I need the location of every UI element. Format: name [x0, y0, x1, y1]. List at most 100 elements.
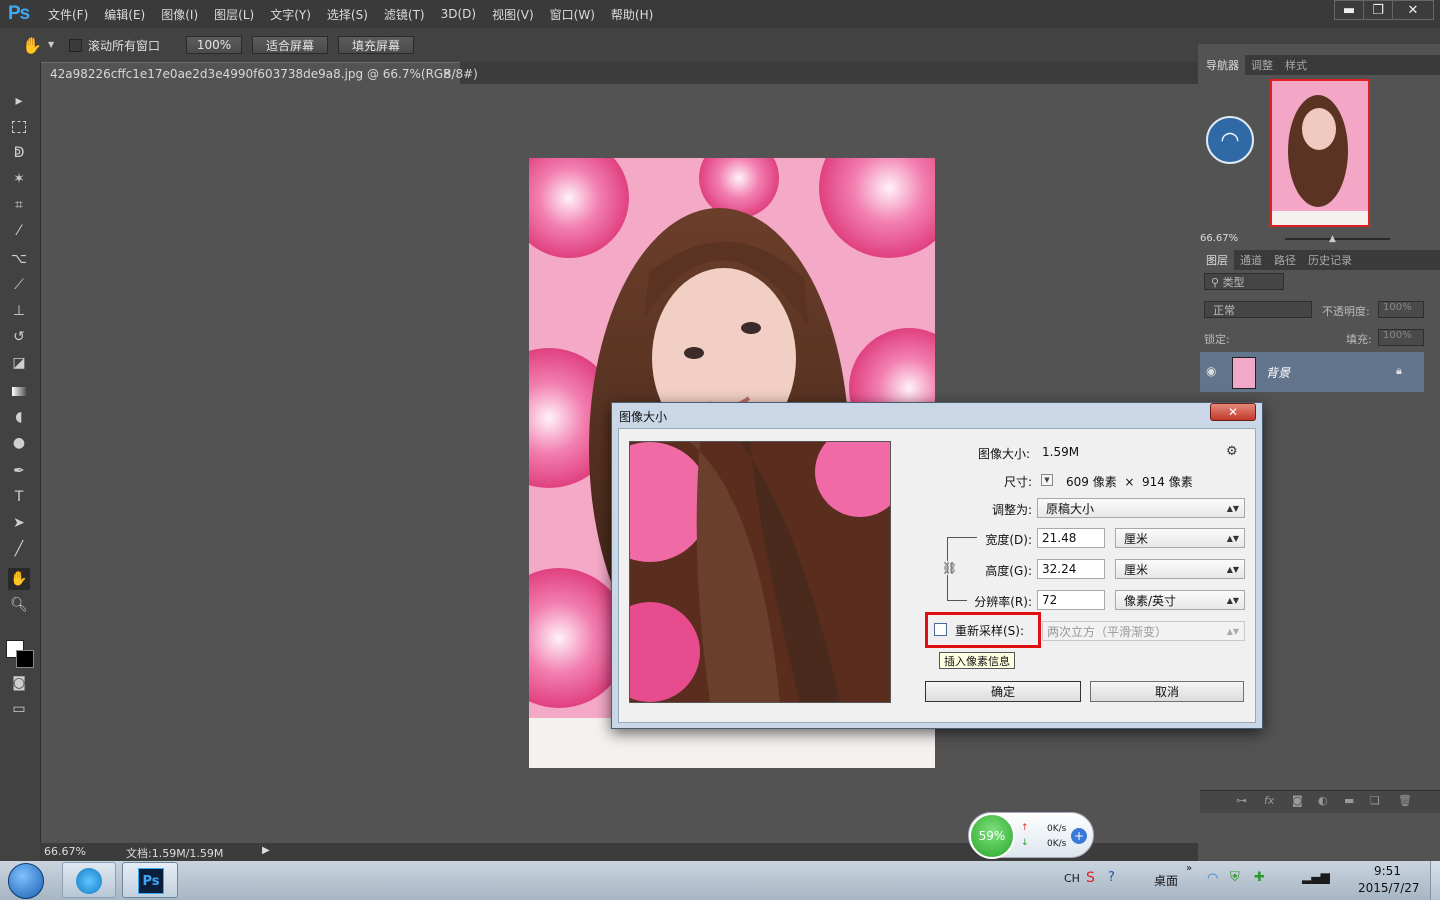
navigator-zoom-slider[interactable]: [1285, 238, 1390, 240]
zoom-slider-handle[interactable]: ▲: [1329, 234, 1336, 244]
tab-history[interactable]: 历史记录: [1302, 250, 1358, 270]
layer-visibility-eye-icon[interactable]: ◉: [1206, 364, 1216, 378]
move-tool-icon[interactable]: ▸: [8, 90, 30, 112]
background-color-swatch[interactable]: [16, 650, 34, 668]
tab-styles[interactable]: 样式: [1279, 55, 1313, 75]
menu-file[interactable]: 文件(F): [40, 6, 96, 23]
ime-indicator[interactable]: CH: [1064, 872, 1080, 885]
menu-window[interactable]: 窗口(W): [542, 6, 603, 23]
menu-filter[interactable]: 滤镜(T): [376, 6, 433, 23]
quick-mask-icon[interactable]: ◙: [8, 672, 30, 694]
gradient-tool-icon[interactable]: [8, 380, 30, 402]
ok-button[interactable]: 确定: [925, 681, 1081, 702]
menu-edit[interactable]: 编辑(E): [96, 6, 153, 23]
start-button[interactable]: [8, 863, 44, 899]
clock-time[interactable]: 9:51: [1374, 864, 1401, 878]
layer-name[interactable]: 背景: [1266, 364, 1290, 381]
healing-brush-tool-icon[interactable]: ⌥: [8, 248, 30, 270]
volume-icon[interactable]: 🔈︎: [1326, 869, 1334, 884]
status-zoom[interactable]: 66.67%: [44, 845, 86, 858]
pen-tool-icon[interactable]: ✒: [8, 460, 30, 482]
document-tab[interactable]: 42a98226cffc1e17e0ae2d3e4990f603738de9a8…: [40, 62, 478, 85]
menu-type[interactable]: 文字(Y): [262, 6, 319, 23]
tab-navigator[interactable]: 导航器: [1200, 55, 1245, 75]
hand-tool-preset-icon[interactable]: ✋: [22, 36, 42, 55]
sogou-ime-icon[interactable]: S: [1086, 870, 1095, 886]
fill-screen-button[interactable]: 填充屏幕: [338, 36, 414, 54]
network-speed-widget[interactable]: 59% ↑ ↓ 0K/s 0K/s +: [968, 812, 1094, 859]
dialog-close-button[interactable]: ✕: [1210, 403, 1256, 421]
wifi-tray-icon[interactable]: ◠: [1207, 871, 1218, 886]
menu-image[interactable]: 图像(I): [153, 6, 206, 23]
new-layer-icon[interactable]: ❏: [1370, 794, 1380, 807]
toolbar-expand-icon[interactable]: »: [1186, 863, 1192, 874]
line-tool-icon[interactable]: ╱: [8, 538, 30, 560]
taskbar-browser-button[interactable]: [62, 862, 116, 898]
eraser-tool-icon[interactable]: ◪: [8, 352, 30, 374]
chevron-down-icon[interactable]: ▼: [48, 40, 54, 49]
dodge-tool-icon[interactable]: ●: [8, 432, 30, 454]
tab-paths[interactable]: 路径: [1268, 250, 1302, 270]
width-input[interactable]: 21.48: [1037, 528, 1105, 548]
type-tool-icon[interactable]: T: [8, 486, 30, 508]
help-icon[interactable]: ?: [1108, 870, 1115, 885]
magic-wand-tool-icon[interactable]: ✶: [8, 168, 30, 190]
layer-row-background[interactable]: ◉ 背景 🔒︎: [1200, 352, 1424, 392]
height-unit-select[interactable]: 厘米 ▲▼: [1115, 559, 1245, 579]
lasso-tool-icon[interactable]: ↁ: [8, 142, 30, 164]
zoom-tool-icon[interactable]: 🔍︎: [8, 594, 30, 616]
speed-boost-plus-icon[interactable]: +: [1071, 828, 1087, 844]
taskbar-photoshop-button[interactable]: Ps: [122, 862, 178, 898]
scroll-all-checkbox[interactable]: [69, 39, 82, 52]
menu-layer[interactable]: 图层(L): [206, 6, 262, 23]
cancel-button[interactable]: 取消: [1090, 681, 1244, 702]
resolution-unit-select[interactable]: 像素/英寸 ▲▼: [1115, 590, 1245, 610]
link-layers-icon[interactable]: ⊶: [1236, 794, 1247, 807]
menu-view[interactable]: 视图(V): [484, 6, 542, 23]
resample-checkbox[interactable]: [934, 623, 947, 636]
minimize-button[interactable]: ▬: [1334, 0, 1364, 20]
menu-3d[interactable]: 3D(D): [433, 7, 484, 21]
wifi-icon[interactable]: ◠: [1206, 116, 1254, 164]
fill-input[interactable]: 100%: [1378, 329, 1424, 346]
dialog-preview[interactable]: [629, 441, 891, 703]
resample-label[interactable]: 重新采样(S):: [955, 622, 1024, 639]
fit-to-select[interactable]: 原稿大小 ▲▼: [1037, 498, 1245, 518]
stamp-tool-icon[interactable]: ⊥: [8, 300, 30, 322]
eyedropper-tool-icon[interactable]: ⁄: [8, 220, 30, 242]
navigator-zoom-value[interactable]: 66.67%: [1200, 233, 1238, 244]
dimensions-unit-dropdown-icon[interactable]: ▼: [1041, 474, 1053, 486]
add-mask-icon[interactable]: ◙: [1292, 794, 1303, 807]
brush-tool-icon[interactable]: ⟋: [8, 274, 30, 296]
close-tab-icon[interactable]: ×: [442, 66, 452, 80]
status-menu-arrow-icon[interactable]: ▶: [262, 845, 270, 856]
desktop-toolbar-label[interactable]: 桌面: [1154, 872, 1178, 889]
clock-date[interactable]: 2015/7/27: [1358, 881, 1420, 895]
settings-gear-icon[interactable]: ⚙: [1226, 444, 1238, 459]
close-window-button[interactable]: ✕: [1392, 0, 1434, 20]
width-unit-select[interactable]: 厘米 ▲▼: [1115, 528, 1245, 548]
menu-select[interactable]: 选择(S): [319, 6, 376, 23]
blend-mode-select[interactable]: 正常: [1204, 301, 1312, 318]
opacity-input[interactable]: 100%: [1378, 301, 1424, 318]
tab-adjustments[interactable]: 调整: [1245, 55, 1279, 75]
history-brush-tool-icon[interactable]: ↺: [8, 326, 30, 348]
new-group-icon[interactable]: ▬: [1344, 794, 1354, 807]
crop-tool-icon[interactable]: ⌗: [8, 194, 30, 216]
navigator-preview[interactable]: [1270, 79, 1370, 227]
hand-tool-icon[interactable]: ✋: [8, 568, 30, 590]
tab-channels[interactable]: 通道: [1234, 250, 1268, 270]
restore-button[interactable]: ❐: [1363, 0, 1393, 20]
height-input[interactable]: 32.24: [1037, 559, 1105, 579]
fx-icon[interactable]: fx: [1264, 794, 1274, 807]
marquee-tool-icon[interactable]: [8, 116, 30, 138]
security-shield-icon[interactable]: ⛨: [1230, 870, 1240, 885]
memory-usage-ball[interactable]: 59%: [969, 813, 1015, 859]
layer-filter-kind[interactable]: ⚲ 类型: [1204, 273, 1284, 290]
resolution-input[interactable]: 72: [1037, 590, 1105, 610]
menu-help[interactable]: 帮助(H): [603, 6, 661, 23]
adjustment-layer-icon[interactable]: ◐: [1318, 794, 1328, 807]
screen-mode-icon[interactable]: ▭: [8, 698, 30, 720]
blur-tool-icon[interactable]: ◖: [8, 406, 30, 428]
tray-app-icon[interactable]: ✚: [1254, 870, 1265, 885]
